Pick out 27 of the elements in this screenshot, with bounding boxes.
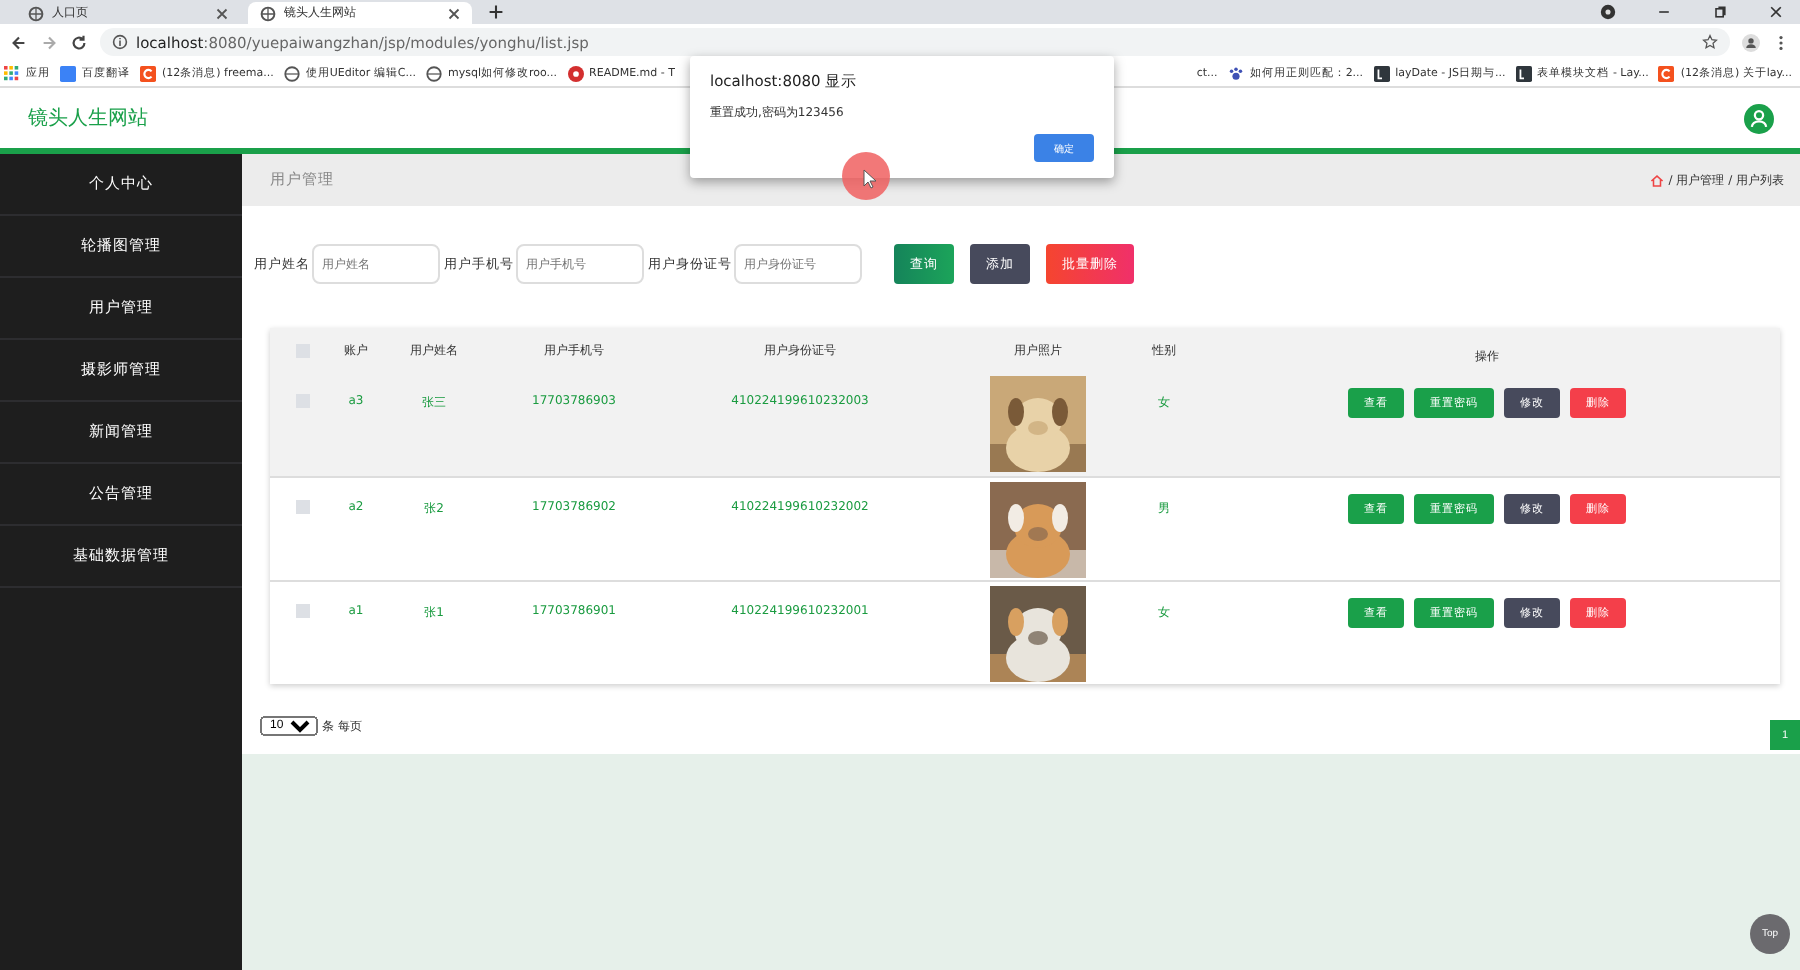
close-icon[interactable] xyxy=(448,7,460,19)
account-icon[interactable] xyxy=(1742,33,1760,51)
star-icon[interactable] xyxy=(1702,34,1718,50)
globe-icon xyxy=(260,5,276,21)
layui-icon xyxy=(1373,65,1390,81)
close-icon[interactable] xyxy=(1768,4,1784,20)
checkbox[interactable] xyxy=(295,604,309,618)
paw-icon xyxy=(1227,65,1244,81)
c-logo-icon xyxy=(1658,65,1675,81)
info-icon xyxy=(112,34,128,50)
checkbox[interactable] xyxy=(295,500,309,514)
user-icon[interactable] xyxy=(1744,103,1774,133)
readme-icon xyxy=(567,65,584,81)
reload-icon[interactable] xyxy=(70,33,88,51)
globe-icon xyxy=(426,65,442,81)
restore-icon[interactable] xyxy=(1712,4,1728,20)
globe-icon xyxy=(28,5,44,21)
c-logo-icon xyxy=(140,65,156,81)
back-icon[interactable] xyxy=(10,33,28,51)
translate-icon xyxy=(60,65,76,81)
globe-icon xyxy=(283,65,300,81)
apps-grid-icon xyxy=(4,65,20,81)
home-icon[interactable] xyxy=(1650,173,1665,187)
close-icon[interactable] xyxy=(216,7,228,19)
layui-icon xyxy=(1515,65,1532,81)
profile-icon[interactable] xyxy=(1600,4,1616,20)
new-tab-icon[interactable] xyxy=(488,4,504,20)
